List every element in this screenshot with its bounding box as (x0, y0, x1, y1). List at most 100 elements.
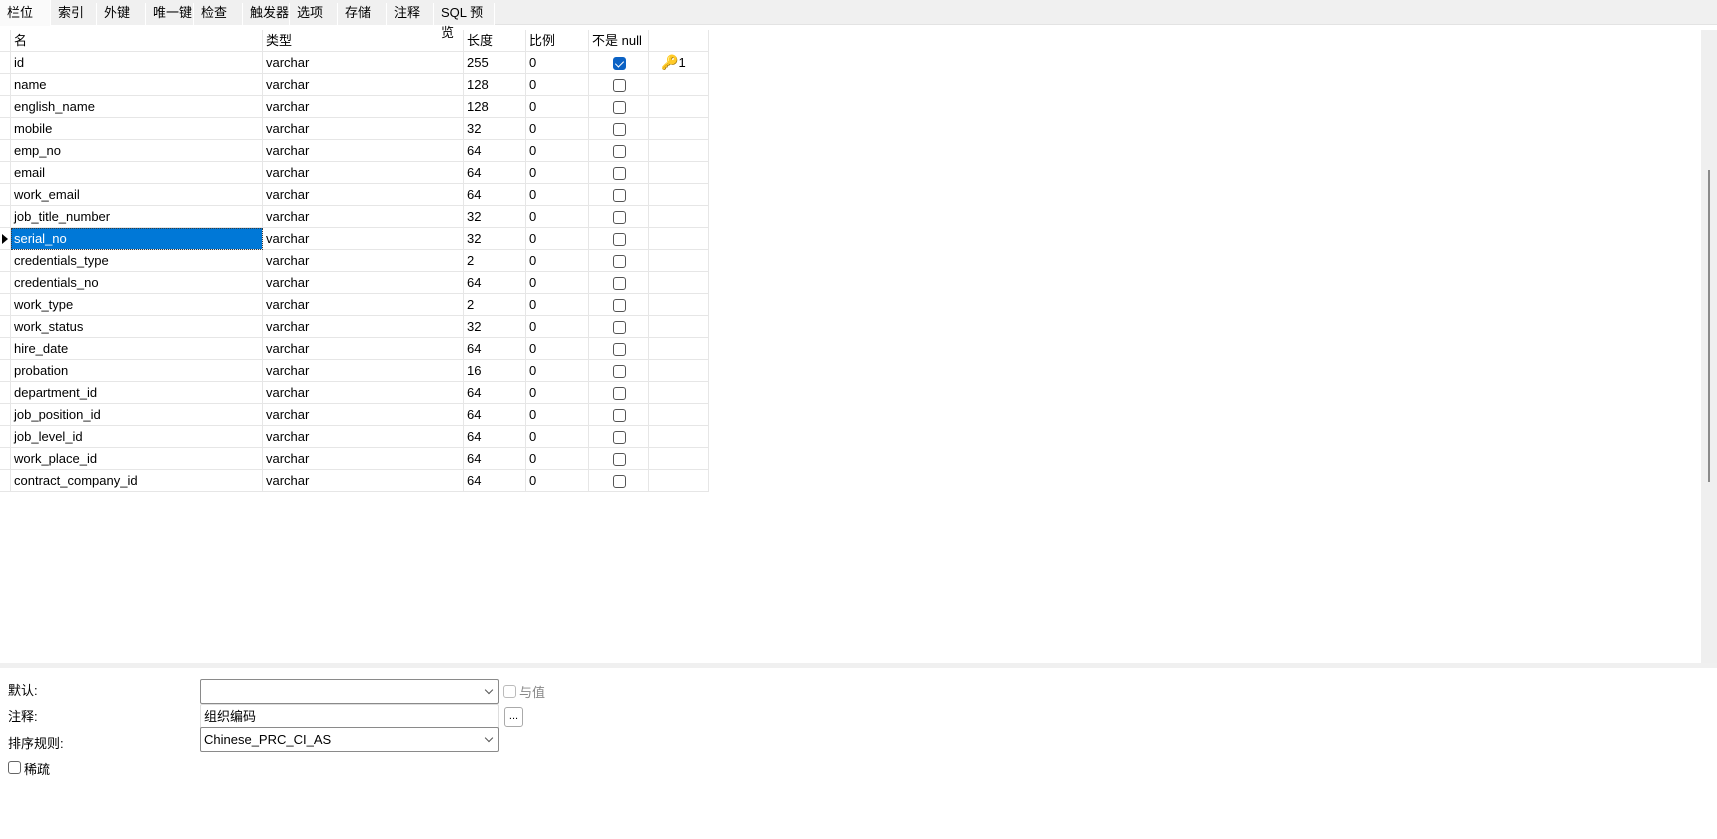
row-marker[interactable] (0, 250, 11, 272)
not-null-checkbox[interactable] (613, 365, 626, 378)
cell-key[interactable] (649, 338, 709, 360)
tab-8[interactable]: 注释 (387, 3, 434, 25)
cell-not-null[interactable] (589, 96, 649, 118)
cell-length[interactable]: 32 (464, 228, 526, 250)
cell-not-null[interactable] (589, 206, 649, 228)
not-null-checkbox[interactable] (613, 343, 626, 356)
cell-type[interactable]: varchar (263, 316, 464, 338)
cell-scale[interactable]: 0 (526, 118, 589, 140)
cell-not-null[interactable] (589, 294, 649, 316)
cell-key[interactable] (649, 426, 709, 448)
chevron-down-icon[interactable] (484, 685, 494, 695)
cell-not-null[interactable] (589, 140, 649, 162)
table-row[interactable]: job_title_number varchar 32 0 (0, 206, 710, 228)
cell-length[interactable]: 32 (464, 206, 526, 228)
not-null-checkbox[interactable] (613, 431, 626, 444)
cell-scale[interactable]: 0 (526, 184, 589, 206)
cell-type[interactable]: varchar (263, 118, 464, 140)
row-marker[interactable] (0, 206, 11, 228)
cell-key[interactable] (649, 272, 709, 294)
cell-key[interactable] (649, 404, 709, 426)
cell-length[interactable]: 2 (464, 250, 526, 272)
cell-not-null[interactable] (589, 184, 649, 206)
table-row[interactable]: work_place_id varchar 64 0 (0, 448, 710, 470)
cell-length[interactable]: 128 (464, 96, 526, 118)
cell-name[interactable]: work_email (11, 184, 263, 206)
cell-scale[interactable]: 0 (526, 228, 589, 250)
not-null-checkbox[interactable] (613, 79, 626, 92)
chevron-down-icon[interactable] (484, 733, 494, 743)
cell-scale[interactable]: 0 (526, 448, 589, 470)
not-null-checkbox[interactable] (613, 167, 626, 180)
cell-length[interactable]: 64 (464, 404, 526, 426)
cell-name[interactable]: name (11, 74, 263, 96)
row-marker[interactable] (0, 184, 11, 206)
not-null-checkbox[interactable] (613, 255, 626, 268)
table-row[interactable]: department_id varchar 64 0 (0, 382, 710, 404)
scrollbar-thumb[interactable] (1708, 170, 1710, 482)
cell-key[interactable] (649, 470, 709, 492)
cell-not-null[interactable] (589, 338, 649, 360)
cell-name[interactable]: job_title_number (11, 206, 263, 228)
not-null-checkbox[interactable] (613, 277, 626, 290)
cell-type[interactable]: varchar (263, 250, 464, 272)
cell-name[interactable]: english_name (11, 96, 263, 118)
cell-name[interactable]: serial_no (11, 228, 263, 250)
cell-type[interactable]: varchar (263, 426, 464, 448)
cell-key[interactable] (649, 360, 709, 382)
table-row[interactable]: job_position_id varchar 64 0 (0, 404, 710, 426)
cell-name[interactable]: hire_date (11, 338, 263, 360)
cell-key[interactable] (649, 250, 709, 272)
table-row[interactable]: mobile varchar 32 0 (0, 118, 710, 140)
cell-key[interactable] (649, 228, 709, 250)
cell-not-null[interactable] (589, 162, 649, 184)
cell-length[interactable]: 255 (464, 52, 526, 74)
column-header-4[interactable]: 不是 null (589, 30, 649, 52)
cell-type[interactable]: varchar (263, 184, 464, 206)
row-marker[interactable] (0, 162, 11, 184)
tab-0[interactable]: 栏位 (0, 0, 51, 26)
column-header-1[interactable]: 类型 (263, 30, 464, 52)
cell-key[interactable] (649, 118, 709, 140)
cell-name[interactable]: emp_no (11, 140, 263, 162)
cell-type[interactable]: varchar (263, 74, 464, 96)
not-null-checkbox[interactable] (613, 123, 626, 136)
cell-scale[interactable]: 0 (526, 96, 589, 118)
tab-7[interactable]: 存储 (338, 3, 387, 25)
cell-length[interactable]: 64 (464, 470, 526, 492)
cell-not-null[interactable] (589, 404, 649, 426)
cell-name[interactable]: probation (11, 360, 263, 382)
cell-length[interactable]: 32 (464, 118, 526, 140)
splitter[interactable] (0, 663, 1717, 668)
cell-not-null[interactable] (589, 74, 649, 96)
cell-key[interactable] (649, 382, 709, 404)
table-row[interactable]: work_type varchar 2 0 (0, 294, 710, 316)
row-marker[interactable] (0, 96, 11, 118)
cell-name[interactable]: mobile (11, 118, 263, 140)
cell-type[interactable]: varchar (263, 206, 464, 228)
with-value-checkbox[interactable] (503, 685, 516, 698)
cell-length[interactable]: 2 (464, 294, 526, 316)
cell-type[interactable]: varchar (263, 140, 464, 162)
not-null-checkbox[interactable] (613, 101, 626, 114)
column-header-3[interactable]: 比例 (526, 30, 589, 52)
tab-1[interactable]: 索引 (51, 3, 97, 25)
cell-key[interactable] (649, 184, 709, 206)
table-row[interactable]: emp_no varchar 64 0 (0, 140, 710, 162)
tab-3[interactable]: 唯一键 (146, 3, 194, 25)
cell-scale[interactable]: 0 (526, 316, 589, 338)
cell-length[interactable]: 64 (464, 382, 526, 404)
not-null-checkbox[interactable] (613, 299, 626, 312)
cell-not-null[interactable] (589, 426, 649, 448)
cell-key[interactable] (649, 96, 709, 118)
not-null-checkbox[interactable] (613, 233, 626, 246)
cell-not-null[interactable] (589, 228, 649, 250)
not-null-checkbox[interactable] (613, 321, 626, 334)
cell-length[interactable]: 32 (464, 316, 526, 338)
cell-type[interactable]: varchar (263, 52, 464, 74)
cell-length[interactable]: 64 (464, 338, 526, 360)
sparse-checkbox[interactable] (8, 761, 21, 774)
cell-scale[interactable]: 0 (526, 162, 589, 184)
cell-scale[interactable]: 0 (526, 140, 589, 162)
table-row[interactable]: hire_date varchar 64 0 (0, 338, 710, 360)
